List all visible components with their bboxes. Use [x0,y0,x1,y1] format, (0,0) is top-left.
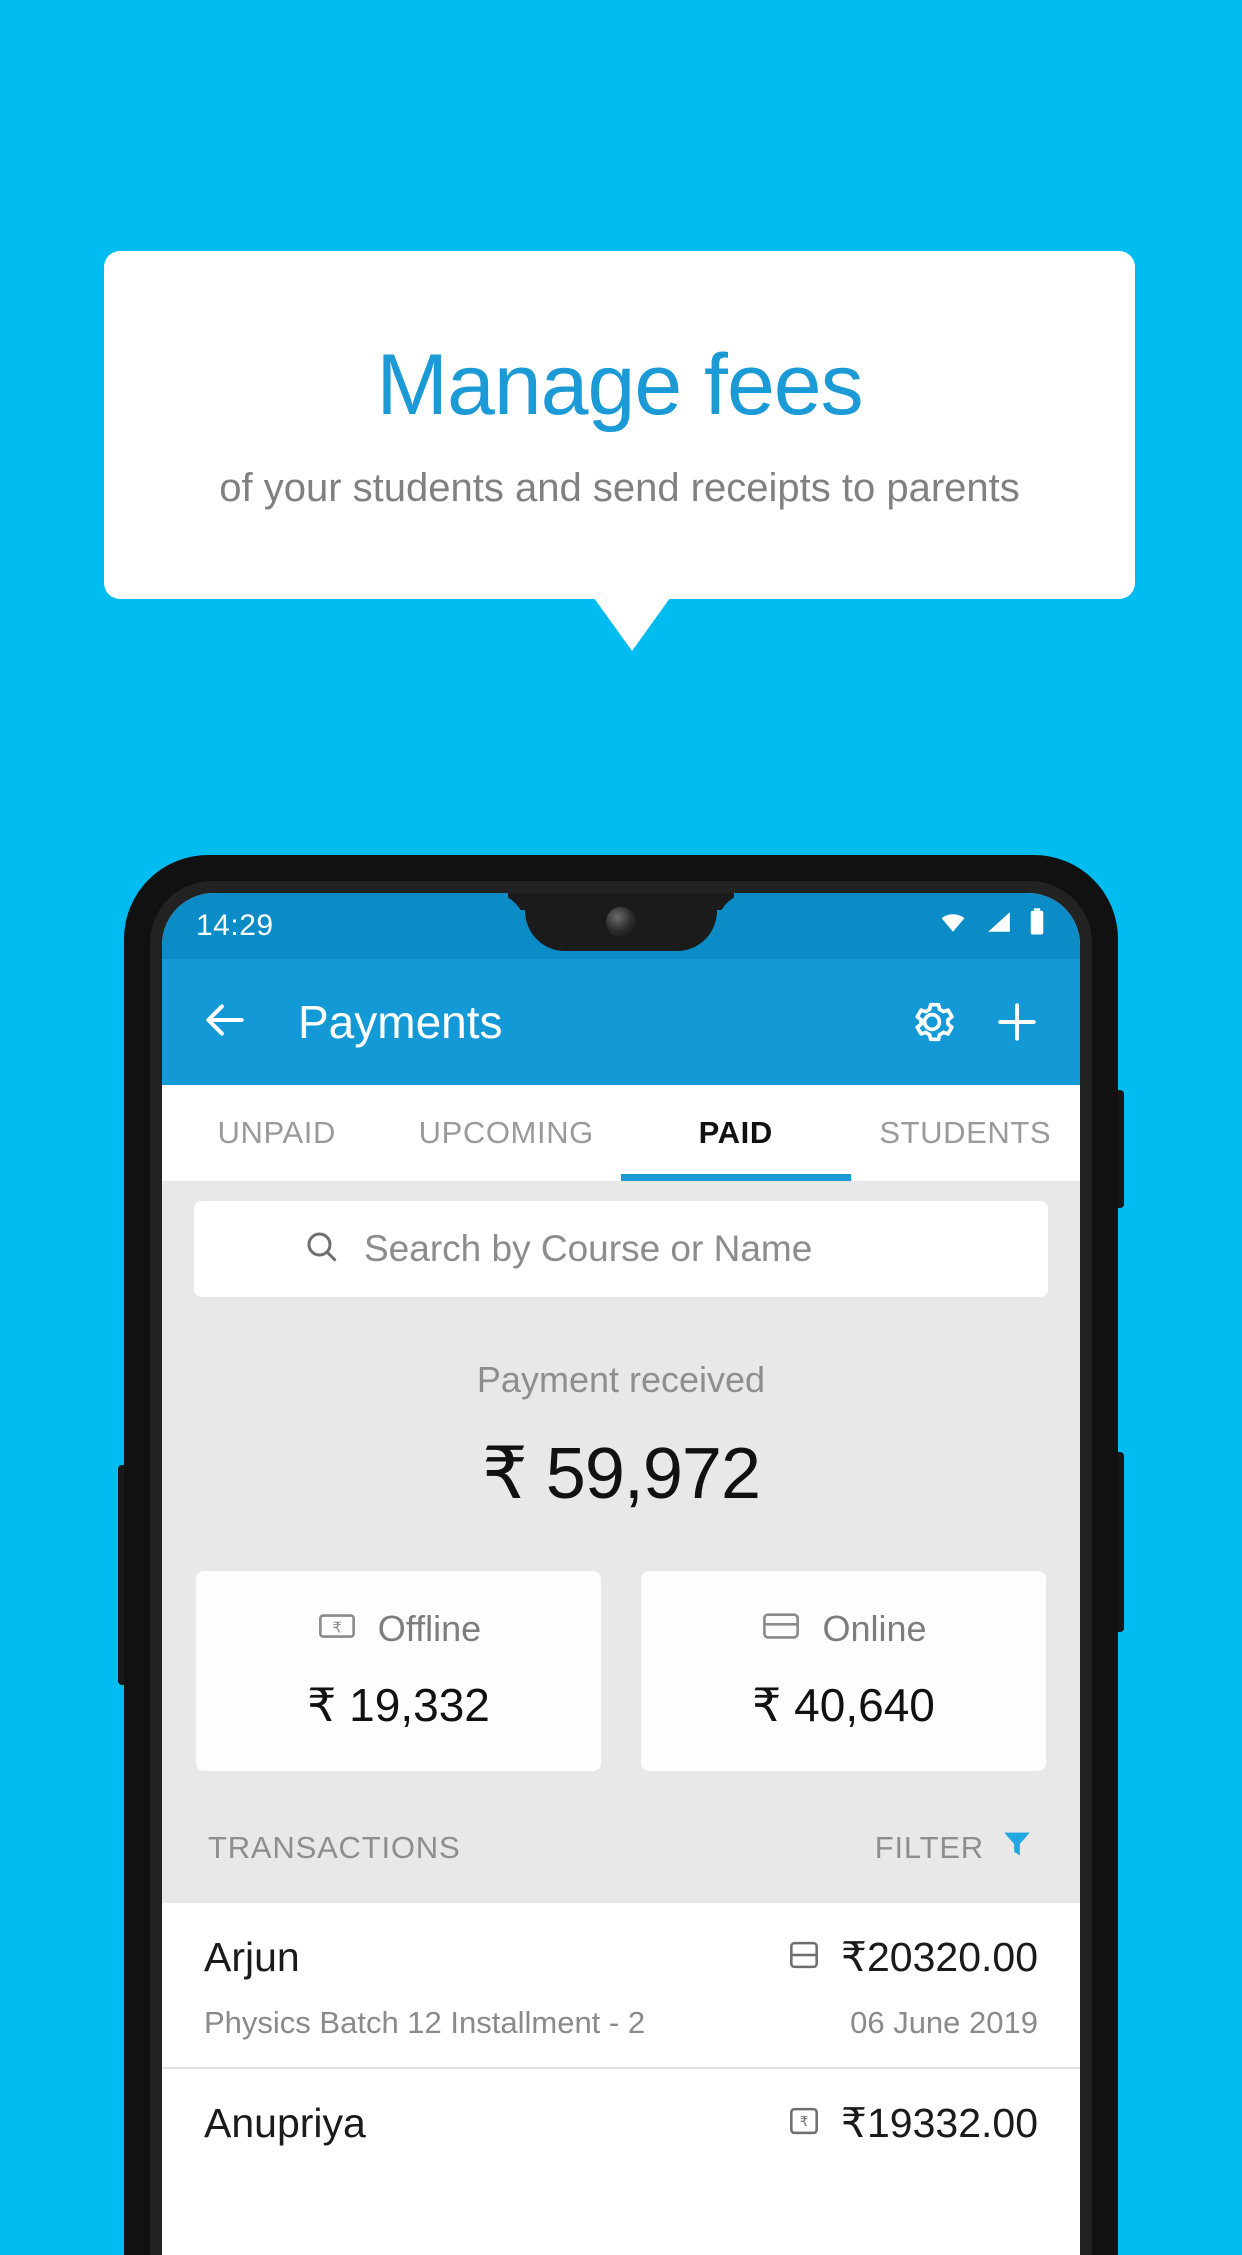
payment-method-cards: ₹ Offline ₹ 19,332 Online ₹ 40,640 [162,1525,1080,1771]
credit-card-icon [760,1605,802,1652]
filter-button[interactable]: FILTER [875,1827,1034,1869]
transactions-header: TRANSACTIONS FILTER [162,1771,1080,1903]
transaction-date: 06 June 2019 [850,2005,1038,2040]
gear-icon[interactable] [906,996,958,1048]
status-bar: 14:29 [162,893,1080,959]
search-icon [302,1227,342,1272]
table-row[interactable]: Anupriya ₹ ₹19332.00 [162,2067,1080,2173]
plus-icon[interactable] [992,997,1042,1047]
promo-card-tail [594,598,670,651]
search-input[interactable]: Search by Course or Name [194,1201,1048,1297]
transaction-amount-group: ₹ ₹19332.00 [785,2099,1038,2147]
online-card[interactable]: Online ₹ 40,640 [641,1571,1046,1771]
cash-note-icon: ₹ [316,1605,358,1652]
phone-notch [525,893,717,951]
battery-icon [1028,907,1046,945]
app-bar: Payments [162,959,1080,1085]
online-card-header: Online [641,1605,1046,1652]
offline-card[interactable]: ₹ Offline ₹ 19,332 [196,1571,601,1771]
tab-paid[interactable]: PAID [621,1085,851,1181]
transaction-amount-group: ₹20320.00 [785,1933,1038,1981]
svg-text:₹: ₹ [332,1619,341,1636]
tab-students[interactable]: STUDENTS [851,1085,1081,1181]
cash-note-icon: ₹ [785,2102,823,2145]
transactions-label: TRANSACTIONS [208,1830,461,1865]
transaction-sub-line: Physics Batch 12 Installment - 2 06 June… [204,2005,1038,2041]
transaction-main-line: Anupriya ₹ ₹19332.00 [204,2099,1038,2147]
status-bar-time: 14:29 [196,909,274,942]
tab-bar: UNPAID UPCOMING PAID STUDENTS [162,1085,1080,1181]
signal-icon [984,909,1014,943]
transaction-list: Arjun ₹20320.00 Physics Batch 12 Install… [162,1903,1080,2173]
online-card-amount: ₹ 40,640 [752,1679,935,1731]
status-bar-icons [936,907,1046,945]
offline-card-label: Offline [377,1607,482,1649]
search-container: Search by Course or Name [162,1181,1080,1297]
offline-card-amount: ₹ 19,332 [307,1679,490,1731]
online-card-label: Online [822,1607,927,1649]
payment-received-amount: ₹ 59,972 [481,1434,761,1514]
table-row[interactable]: Arjun ₹20320.00 Physics Batch 12 Install… [162,1903,1080,2067]
credit-card-icon [785,1936,823,1979]
front-camera-icon [606,907,636,937]
transaction-amount: ₹20320.00 [840,1934,1038,1980]
filter-icon [1000,1827,1034,1869]
back-arrow-icon[interactable] [200,995,250,1050]
tab-unpaid[interactable]: UNPAID [162,1085,392,1181]
transaction-name: Arjun [204,1933,300,1980]
transaction-description: Physics Batch 12 Installment - 2 [204,2005,646,2040]
filter-label: FILTER [874,1830,984,1865]
phone-frame: 14:29 Payments UNPAID UPCOMING PAID STUD… [124,855,1118,2255]
payment-summary: Payment received ₹ 59,972 [162,1297,1080,1525]
phone-bezel: 14:29 Payments UNPAID UPCOMING PAID STUD… [150,881,1092,2255]
promo-subtitle: of your students and send receipts to pa… [219,466,1020,510]
transaction-main-line: Arjun ₹20320.00 [204,1933,1038,1981]
promo-card: Manage fees of your students and send re… [104,251,1135,599]
svg-text:₹: ₹ [800,2113,809,2129]
offline-card-header: ₹ Offline [196,1605,601,1652]
content-area: Search by Course or Name Payment receive… [162,1181,1080,2173]
promo-title: Manage fees [376,337,863,433]
tab-upcoming[interactable]: UPCOMING [392,1085,622,1181]
transaction-name: Anupriya [204,2099,366,2146]
payment-received-label: Payment received [476,1359,766,1400]
phone-screen: 14:29 Payments UNPAID UPCOMING PAID STUD… [162,893,1080,2255]
wifi-icon [936,909,970,943]
search-placeholder: Search by Course or Name [364,1228,813,1269]
page-title: Payments [298,996,503,1048]
transaction-amount: ₹19332.00 [840,2100,1038,2146]
